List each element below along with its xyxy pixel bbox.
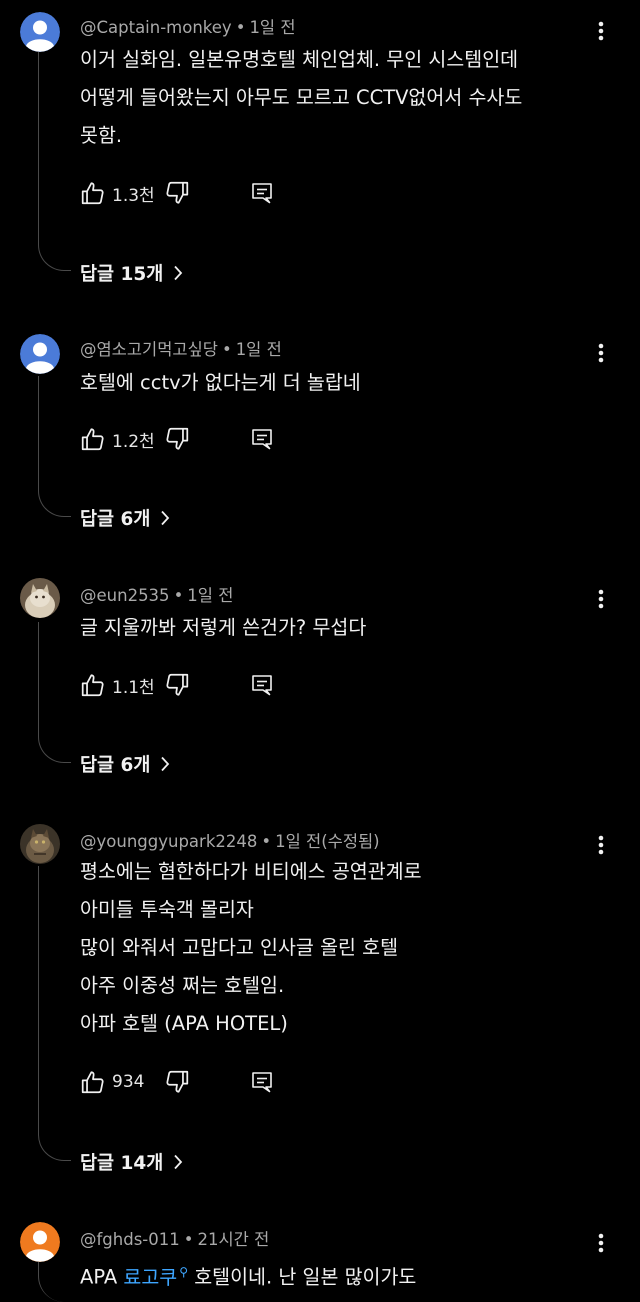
comment-text: APA 료고쿠 ⚲ 호텔이네. 난 일본 많이가도 bbox=[80, 1253, 600, 1297]
more-vertical-icon bbox=[598, 1233, 604, 1253]
author-name[interactable]: @fghds-011 bbox=[80, 1230, 180, 1249]
search-link-text: 료고쿠 bbox=[123, 1265, 178, 1289]
comment-text-suffix: 호텔이네. 난 일본 많이가도 bbox=[188, 1265, 417, 1289]
comment-meta: @fghds-011 • 21시간 전 bbox=[80, 1226, 269, 1250]
thread-line bbox=[38, 1262, 71, 1302]
search-icon: ⚲ bbox=[179, 1265, 189, 1279]
default-avatar-icon bbox=[20, 1222, 60, 1262]
avatar[interactable] bbox=[20, 1222, 60, 1262]
search-link[interactable]: 료고쿠 ⚲ bbox=[123, 1265, 189, 1289]
comment-line: APA 료고쿠 ⚲ 호텔이네. 난 일본 많이가도 bbox=[80, 1253, 600, 1297]
comment-text-prefix: APA bbox=[80, 1265, 124, 1289]
separator-dot: • bbox=[183, 1230, 194, 1249]
comment-time: 21시간 전 bbox=[197, 1230, 270, 1249]
comment-item: @fghds-011 • 21시간 전 APA 료고쿠 ⚲ 호텔이네. 난 일본 많이… bbox=[0, 0, 640, 1302]
